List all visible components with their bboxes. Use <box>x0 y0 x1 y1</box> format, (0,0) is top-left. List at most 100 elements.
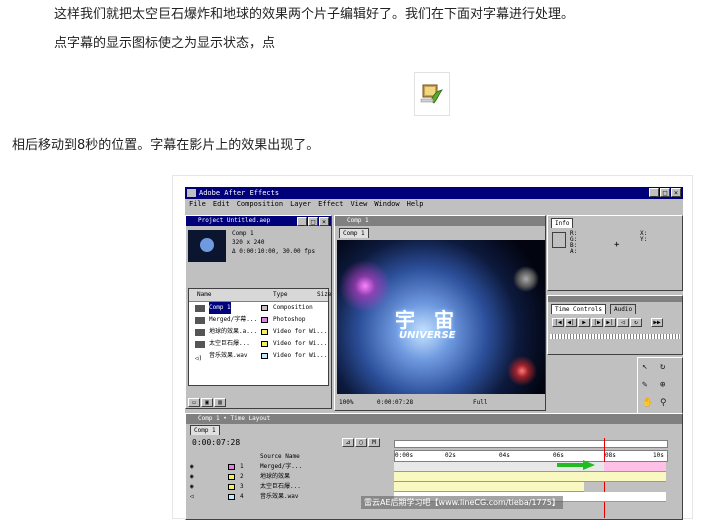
menu-bar: File Edit Composition Layer Effect View … <box>185 199 683 210</box>
menu-file[interactable]: File <box>189 199 206 210</box>
arrow-icon <box>557 460 595 470</box>
hand-tool-icon[interactable]: ✋ <box>642 398 653 408</box>
title-text-cn: 宇 宙 <box>395 308 460 332</box>
comp-tab[interactable]: Comp 1 <box>339 228 369 238</box>
menu-help[interactable]: Help <box>407 199 424 210</box>
header-name[interactable]: Name <box>197 289 211 301</box>
audio-icon[interactable]: ◁ <box>617 318 629 327</box>
watermark: 雷云AE后期学习吧【www.lineCG.com/tieba/1775】 <box>361 496 563 509</box>
loop-icon[interactable]: ↻ <box>630 318 642 327</box>
zoom-level[interactable]: 100% <box>339 399 353 406</box>
ram-preview-icon[interactable]: ▶▶ <box>651 318 663 327</box>
audio-tab[interactable]: Audio <box>610 304 637 314</box>
selection-tool-icon[interactable]: ↖ <box>642 362 647 372</box>
play-icon[interactable]: ▶ <box>578 318 590 327</box>
layer-track[interactable] <box>394 462 666 472</box>
paragraph-1: 这样我们就把太空巨石爆炸和地球的效果两个片子编辑好了。我们在下面对字幕进行处理。 <box>54 7 575 22</box>
project-close-button[interactable]: × <box>319 217 329 226</box>
project-item[interactable]: 地球的效果.a... Video for Wi... <box>189 326 328 338</box>
app-menu-icon[interactable] <box>187 189 196 197</box>
layer-switch-icon[interactable]: ⊿ <box>342 438 354 447</box>
comp-titlebar: Comp 1 <box>335 216 545 226</box>
next-frame-icon[interactable]: |▶ <box>591 318 603 327</box>
comp-thumbnail <box>188 230 226 262</box>
project-min-button[interactable]: _ <box>297 217 307 226</box>
quality-select[interactable]: Full <box>473 399 487 406</box>
paragraph-2: 点字幕的显示图标使之为显示状态，点 <box>54 36 276 51</box>
project-list: Name Type Size Comp 1 Composition Merged/… <box>188 288 331 386</box>
menu-edit[interactable]: Edit <box>213 199 230 210</box>
layer-track[interactable] <box>394 472 666 482</box>
timeline-timecode[interactable]: 0:00:07:28 <box>192 438 240 447</box>
project-item[interactable]: Comp 1 Composition <box>189 302 328 314</box>
source-name-header[interactable]: Source Name <box>260 453 300 460</box>
menu-layer[interactable]: Layer <box>290 199 311 210</box>
app-title: Adobe After Effects <box>199 189 280 197</box>
trash-icon[interactable]: ▥ <box>214 398 226 407</box>
photoshop-icon <box>195 317 205 324</box>
comp-icon <box>195 305 205 312</box>
video-icon <box>195 341 205 348</box>
speaker-icon: ◁) <box>195 355 203 362</box>
menu-view[interactable]: View <box>350 199 367 210</box>
layer-visibility-icon <box>414 72 450 116</box>
project-item[interactable]: 太空巨石爆... Video for Wi... <box>189 338 328 350</box>
ruler-tick: 0:00s <box>395 452 414 459</box>
info-tab[interactable]: Info <box>551 218 574 228</box>
time-layout-titlebar: Comp 1 • Time Layout <box>186 414 682 424</box>
ruler-tick: 02s <box>445 452 456 459</box>
minimize-button[interactable]: _ <box>649 188 659 197</box>
maximize-button[interactable]: □ <box>660 188 670 197</box>
layer-track[interactable] <box>394 482 584 492</box>
solo-icon[interactable]: ▢ <box>355 438 367 447</box>
project-item[interactable]: Merged/字幕... Photoshop <box>189 314 328 326</box>
ruler-tick: 06s <box>553 452 564 459</box>
time-layout-tab[interactable]: Comp 1 <box>190 425 220 435</box>
work-area-bar[interactable] <box>394 440 668 448</box>
last-frame-icon[interactable]: ▶| <box>604 318 616 327</box>
comp-panel: Comp 1 Comp 1 宇 宙 UNIVERSE 100% 0:00:07:… <box>334 215 546 411</box>
after-effects-window: Adobe After Effects _ □ × File Edit Comp… <box>185 187 683 520</box>
comp-viewer: 宇 宙 UNIVERSE <box>337 240 545 394</box>
layer-row[interactable]: ◉ 3 太空巨石爆... <box>188 482 392 492</box>
new-comp-icon[interactable]: ▣ <box>201 398 213 407</box>
time-controls-tab[interactable]: Time Controls <box>551 304 606 314</box>
folder-icon[interactable]: ▭ <box>188 398 200 407</box>
pen-tool-icon[interactable]: ✎ <box>642 380 647 390</box>
title-text-en: UNIVERSE <box>399 330 456 341</box>
project-max-button[interactable]: □ <box>308 217 318 226</box>
frame-slider[interactable] <box>550 334 680 339</box>
menu-effect[interactable]: Effect <box>318 199 343 210</box>
motion-blur-icon[interactable]: M <box>368 438 380 447</box>
menu-window[interactable]: Window <box>374 199 399 210</box>
info-panel: Info R: G: B: A: X: Y: + <box>547 215 683 291</box>
rotate-tool-icon[interactable]: ↻ <box>660 362 665 372</box>
info-a: A: <box>570 248 578 255</box>
header-type[interactable]: Type <box>273 289 287 301</box>
project-list-header: Name Type Size <box>189 289 331 302</box>
zoom-tool-icon[interactable]: ⚲ <box>660 398 667 408</box>
video-icon <box>195 329 205 336</box>
close-button[interactable]: × <box>671 188 681 197</box>
prev-frame-icon[interactable]: ◀| <box>565 318 577 327</box>
orbit-tool-icon[interactable]: ⊕ <box>660 380 665 390</box>
layer-row[interactable]: ◉ 1 Merged/字... <box>188 462 392 472</box>
tools-panel: ↖ ↻ ✎ ⊕ ✋ ⚲ <box>637 357 683 415</box>
comp-timecode[interactable]: 0:00:07:28 <box>377 399 413 406</box>
app-titlebar: Adobe After Effects _ □ × <box>185 187 683 199</box>
info-y: Y: <box>640 236 648 243</box>
header-size[interactable]: Size <box>317 289 331 301</box>
project-item[interactable]: ◁) 音乐效果.wav Video for Wi... <box>189 350 328 362</box>
time-ruler[interactable]: 0:00s 02s 04s 06s 08s 10s <box>394 450 668 462</box>
layer-row[interactable]: ◉ 2 地球的效果 <box>188 472 392 482</box>
comp-duration: Δ 0:00:10:00, 30.00 fps <box>232 248 316 255</box>
menu-composition[interactable]: Composition <box>237 199 283 210</box>
ruler-tick: 08s <box>605 452 616 459</box>
ruler-tick: 04s <box>499 452 510 459</box>
ruler-tick: 10s <box>653 452 664 459</box>
first-frame-icon[interactable]: |◀ <box>552 318 564 327</box>
paragraph-3: 相后移动到8秒的位置。字幕在影片上的效果出现了。 <box>12 138 320 153</box>
project-panel: Project Untitled.aep _ □ × Comp 1 320 x 24… <box>185 215 332 409</box>
comp-name: Comp 1 <box>232 230 254 237</box>
crosshair-icon: + <box>614 240 620 250</box>
